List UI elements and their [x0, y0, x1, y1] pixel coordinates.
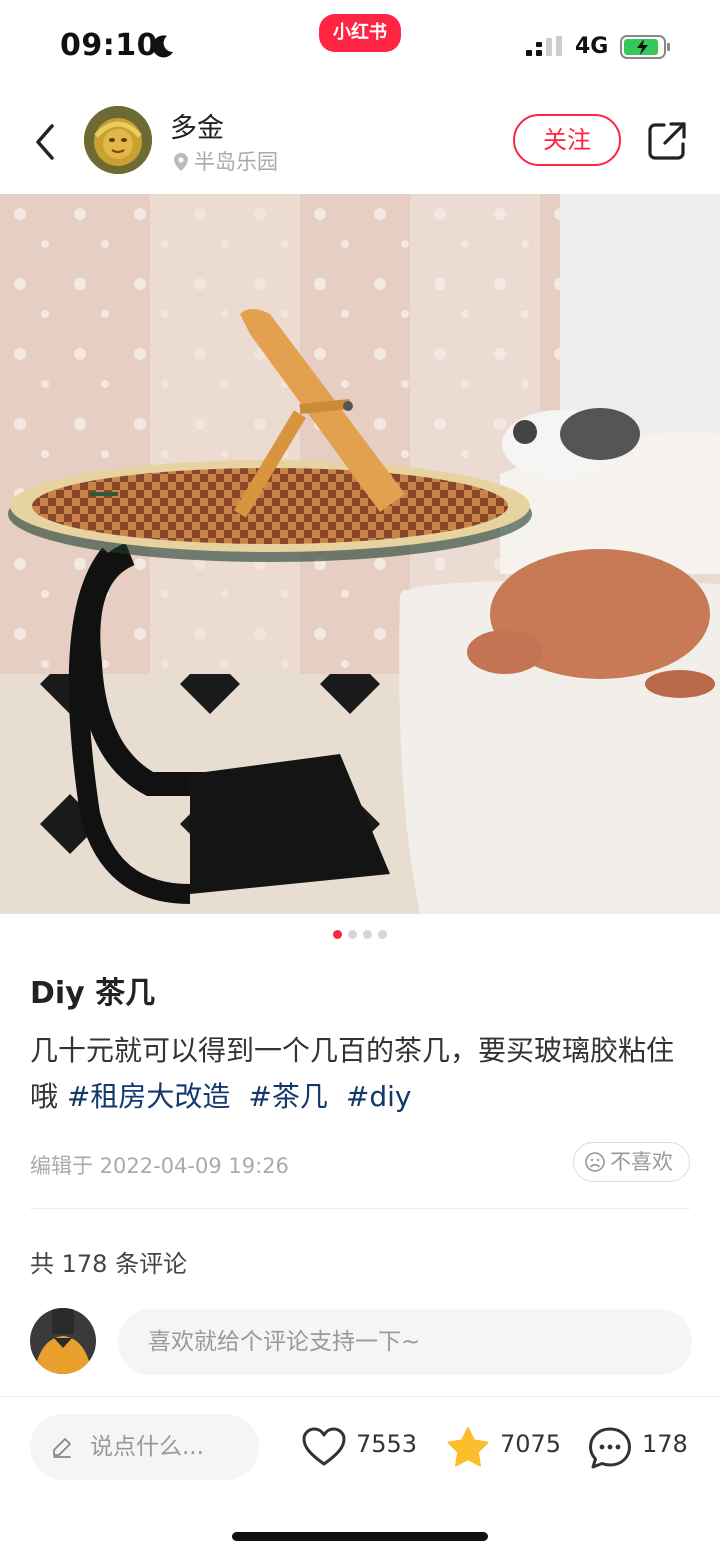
my-avatar: [30, 1308, 96, 1374]
collect-count: 7075: [500, 1430, 562, 1458]
heart-icon: [302, 1427, 346, 1466]
note-photo[interactable]: [0, 194, 720, 914]
divider: [30, 1208, 690, 1209]
share-icon[interactable]: [646, 120, 688, 162]
signal-icon: [526, 36, 562, 56]
dislike-label: 不喜欢: [610, 1150, 673, 1174]
comments-button[interactable]: 178: [586, 1420, 696, 1476]
bottom-divider: [0, 1396, 720, 1397]
note-body: 几十元就可以得到一个几百的茶几，要买玻璃胶粘住哦 #租房大改造 #茶几 #diy: [30, 1028, 690, 1120]
battery-icon: [620, 35, 670, 59]
network-label: 4G: [575, 34, 609, 59]
app-badge: 小红书: [319, 14, 401, 52]
home-indicator: [232, 1532, 488, 1541]
edit-timestamp: 编辑于 2022-04-09 19:26: [30, 1154, 289, 1178]
location-pin-icon: [174, 153, 188, 171]
moon-icon: [152, 35, 173, 58]
like-button[interactable]: 7553: [300, 1420, 420, 1476]
comment-input[interactable]: 喜欢就给个评论支持一下~: [118, 1309, 692, 1375]
author-name[interactable]: 多金: [170, 106, 224, 145]
follow-button[interactable]: 关注: [513, 114, 621, 166]
hashtag-link[interactable]: #租房大改造: [67, 1080, 230, 1113]
gallery-indicator: [0, 930, 720, 944]
gallery-dot-active: [333, 930, 342, 939]
back-icon[interactable]: [28, 120, 64, 164]
collect-button[interactable]: 7075: [444, 1420, 564, 1476]
say-something-input[interactable]: 说点什么...: [30, 1414, 259, 1480]
sad-face-icon: [585, 1152, 605, 1172]
pen-icon: [53, 1438, 71, 1458]
say-placeholder: 说点什么...: [90, 1434, 204, 1460]
comment-bubble-icon: [589, 1427, 631, 1469]
comment-count-badge: 178: [642, 1430, 688, 1458]
gallery-dot: [363, 930, 372, 939]
gallery-dot: [378, 930, 387, 939]
note-title: Diy 茶几: [30, 976, 156, 1011]
hashtag-link[interactable]: #茶几: [248, 1080, 327, 1113]
gallery-dot: [348, 930, 357, 939]
hashtag-link[interactable]: #diy: [346, 1080, 412, 1113]
like-count: 7553: [356, 1430, 418, 1458]
star-icon: [447, 1427, 489, 1467]
note-header: 多金 半岛乐园 关注: [0, 92, 720, 192]
comment-count: 共 178 条评论: [30, 1250, 188, 1278]
author-avatar[interactable]: [84, 106, 152, 174]
status-bar: 09:10 小红书 4G: [0, 0, 720, 92]
dislike-button[interactable]: 不喜欢: [573, 1142, 690, 1182]
location-label: 半岛乐园: [194, 150, 278, 174]
status-time: 09:10: [60, 28, 158, 63]
location[interactable]: 半岛乐园: [172, 146, 278, 176]
